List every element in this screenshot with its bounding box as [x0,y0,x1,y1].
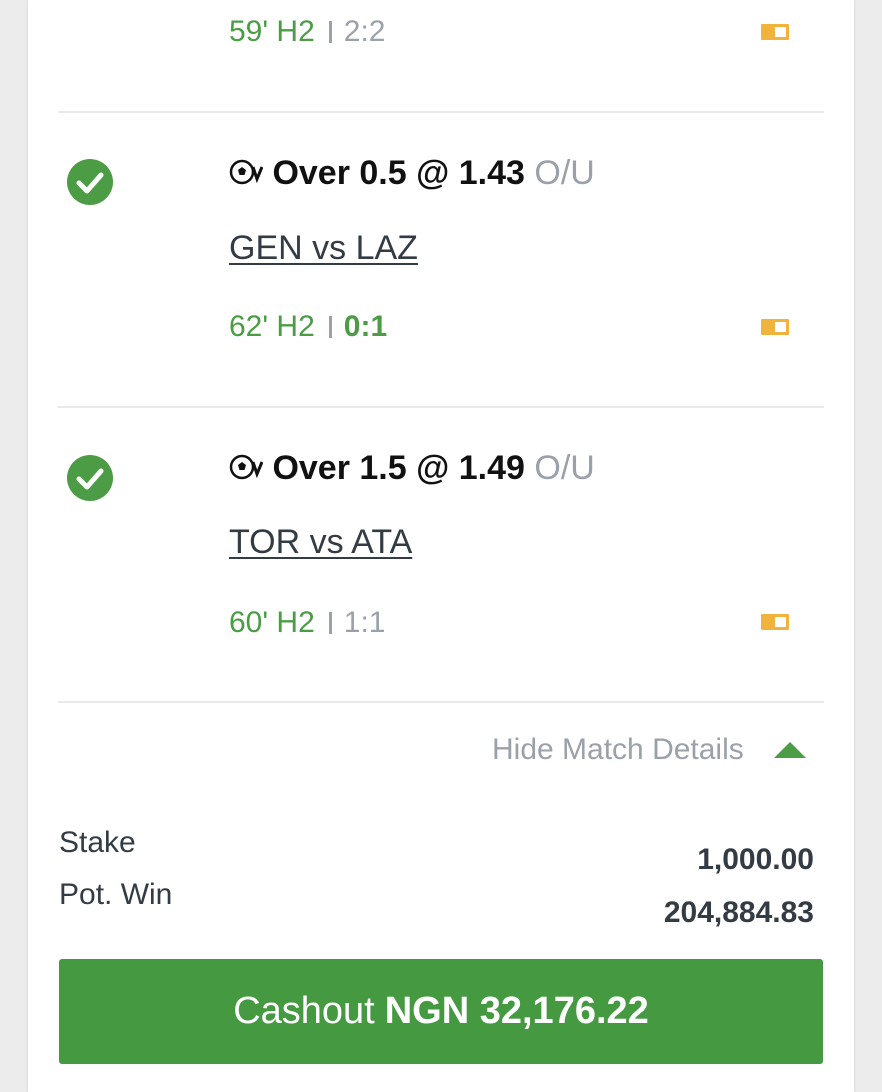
at-sign: @ [416,154,450,192]
match-score: 1:1 [343,606,386,639]
match-minute: 60' H2 [229,606,315,639]
match-link[interactable]: GEN vs LAZ [229,228,418,268]
market-type: O/U [534,154,595,192]
at-sign: @ [416,449,450,487]
divider [58,111,824,113]
selection-pick: Over 1.5 [272,449,407,487]
match-minute: 62' H2 [229,310,315,343]
separator [328,612,332,634]
stake-value: 1,000.00 [697,843,814,876]
separator [328,21,332,43]
flag-icon [761,24,789,40]
divider [58,701,824,703]
match-link[interactable]: TOR vs ATA [229,522,412,562]
live-status: 60' H2 1:1 [229,605,386,641]
bet-selection: Over 1.5 @ 1.49 O/U [229,448,595,488]
live-status: 59' H2 2:2 [229,14,386,50]
check-circle-icon [67,159,113,205]
flag-icon [761,319,789,335]
match-score: 2:2 [343,15,386,48]
cashout-button[interactable]: Cashout NGN 32,176.22 [59,959,823,1064]
odds-value: 1.43 [458,154,525,192]
flag-icon [761,614,789,630]
potential-win-value: 204,884.83 [663,896,814,929]
cashout-amount: NGN 32,176.22 [384,990,649,1032]
soccer-ball-icon [229,454,263,480]
soccer-ball-icon [229,159,263,185]
match-score: 0:1 [343,310,388,343]
live-status: 62' H2 0:1 [229,309,387,345]
match-minute: 59' H2 [229,15,315,48]
potential-win-label: Pot. Win [59,878,173,911]
stake-label: Stake [59,826,136,859]
check-circle-icon [67,455,113,501]
cashout-label: Cashout [233,990,375,1032]
selection-pick: Over 0.5 [272,154,407,192]
caret-up-icon [773,742,806,758]
odds-value: 1.49 [458,449,525,487]
hide-match-details-toggle[interactable]: Hide Match Details [492,730,806,770]
toggle-label: Hide Match Details [492,733,744,766]
bet-selection: Over 0.5 @ 1.43 O/U [229,153,595,193]
market-type: O/U [534,449,595,487]
separator [328,316,332,338]
divider [58,406,824,408]
